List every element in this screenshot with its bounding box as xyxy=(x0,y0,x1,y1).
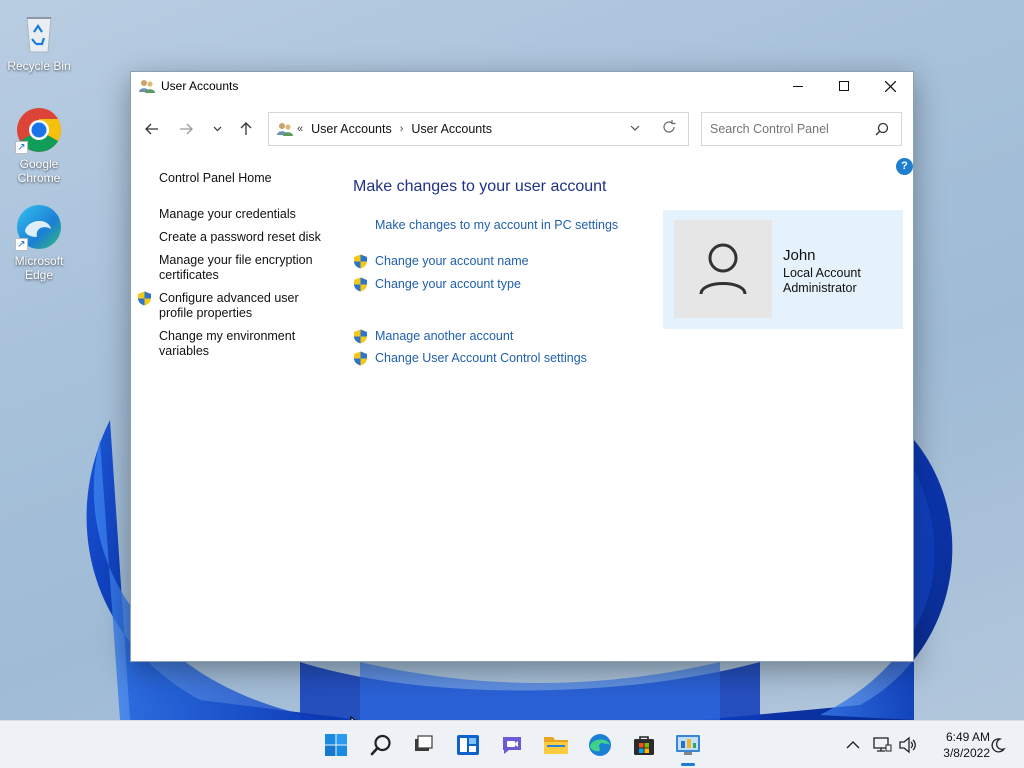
volume-button[interactable] xyxy=(898,721,918,768)
arrow-up-icon xyxy=(240,122,252,135)
network-button[interactable] xyxy=(872,721,892,768)
task-view-icon xyxy=(415,735,433,751)
avatar xyxy=(674,220,772,318)
pc-settings-link[interactable]: Make changes to my account in PC setting… xyxy=(375,218,618,232)
recent-locations-button[interactable] xyxy=(206,118,228,140)
navigation-bar: « User Accounts › User Accounts xyxy=(131,112,915,146)
back-button[interactable] xyxy=(141,118,163,140)
control-panel-home-link[interactable]: Control Panel Home xyxy=(159,171,329,186)
desktop-icon-label: Microsoft Edge xyxy=(14,254,64,282)
control-panel-taskbar-button[interactable] xyxy=(674,731,702,759)
start-button[interactable] xyxy=(322,731,350,759)
folder-icon xyxy=(544,737,568,754)
account-name: John xyxy=(783,247,816,264)
edge-icon: ↗ xyxy=(15,203,63,251)
edge-icon xyxy=(589,734,611,756)
network-icon xyxy=(873,737,892,752)
search-icon xyxy=(370,734,391,756)
show-hidden-icons-button[interactable] xyxy=(846,721,860,768)
recycle-bin-icon xyxy=(15,8,63,56)
up-button[interactable] xyxy=(235,118,257,140)
active-app-indicator xyxy=(681,763,695,766)
account-type-line2: Administrator xyxy=(783,281,857,295)
focus-assist-button[interactable] xyxy=(990,721,1006,768)
clock-date: 3/8/2022 xyxy=(943,746,990,760)
chat-icon xyxy=(503,737,521,754)
shortcut-arrow-icon: ↗ xyxy=(15,238,28,251)
window-title: User Accounts xyxy=(161,79,239,93)
account-tile: John Local Account Administrator xyxy=(663,210,903,329)
chrome-icon: ↗ xyxy=(15,106,63,154)
minimize-button[interactable] xyxy=(775,72,821,100)
maximize-icon xyxy=(839,81,849,91)
chevron-up-icon xyxy=(846,741,860,749)
arrow-left-icon xyxy=(145,123,158,135)
change-account-name-link[interactable]: Change your account name xyxy=(375,254,529,268)
address-dropdown-button[interactable] xyxy=(630,122,640,134)
speaker-icon xyxy=(899,736,916,754)
arrow-right-icon xyxy=(180,123,193,135)
users-icon xyxy=(139,80,155,93)
page-heading: Make changes to your user account xyxy=(353,178,607,195)
maximize-button[interactable] xyxy=(821,72,867,100)
clock[interactable]: 6:49 AM 3/8/2022 xyxy=(926,729,990,761)
account-type: Local Account Administrator xyxy=(783,266,861,296)
manage-credentials-link[interactable]: Manage your credentials xyxy=(159,207,329,222)
file-explorer-button[interactable] xyxy=(542,731,570,759)
desktop-icon-chrome[interactable]: ↗ Google Chrome xyxy=(4,106,74,185)
user-silhouette-icon xyxy=(699,243,747,295)
address-bar[interactable]: « User Accounts › User Accounts xyxy=(268,112,689,146)
uac-settings-link[interactable]: Change User Account Control settings xyxy=(375,351,587,365)
search-icon[interactable] xyxy=(875,122,889,136)
desktop-icon-recycle-bin[interactable]: Recycle Bin xyxy=(4,8,74,73)
clock-time: 6:49 AM xyxy=(945,730,990,744)
refresh-button[interactable] xyxy=(662,120,676,137)
manage-another-account-link[interactable]: Manage another account xyxy=(375,329,513,343)
search-box[interactable] xyxy=(701,112,902,146)
desktop-icon-edge[interactable]: ↗ Microsoft Edge xyxy=(4,203,74,282)
minimize-icon xyxy=(793,85,803,87)
close-icon xyxy=(884,80,896,92)
user-accounts-window: User Accounts « User Accounts › User Acc… xyxy=(130,71,914,662)
uac-shield-icon xyxy=(354,351,367,366)
task-view-button[interactable] xyxy=(409,731,437,759)
uac-shield-icon xyxy=(138,291,151,306)
password-reset-disk-link[interactable]: Create a password reset disk xyxy=(159,230,329,245)
uac-shield-icon xyxy=(354,254,367,269)
uac-shield-icon xyxy=(354,277,367,292)
advanced-profile-properties-link[interactable]: Configure advanced user profile properti… xyxy=(159,291,299,321)
breadcrumb-user-accounts[interactable]: User Accounts xyxy=(311,122,392,136)
help-button[interactable]: ? xyxy=(896,158,913,175)
forward-button[interactable] xyxy=(175,118,197,140)
shortcut-arrow-icon: ↗ xyxy=(15,141,28,154)
refresh-icon xyxy=(663,120,676,133)
users-icon xyxy=(277,123,293,136)
breadcrumb-current[interactable]: User Accounts xyxy=(411,122,492,136)
chevron-down-icon xyxy=(630,125,640,131)
store-button[interactable] xyxy=(630,731,658,759)
environment-variables-link[interactable]: Change my environment variables xyxy=(159,329,299,359)
change-account-type-link[interactable]: Change your account type xyxy=(375,277,521,291)
chat-button[interactable] xyxy=(498,731,526,759)
windows-logo-icon xyxy=(325,734,347,756)
chevron-down-icon xyxy=(213,126,221,132)
breadcrumb-separator[interactable]: › xyxy=(400,123,404,135)
file-encryption-link[interactable]: Manage your file encryption certificates xyxy=(159,253,319,283)
search-input[interactable] xyxy=(710,122,870,136)
desktop-icon-label: Google Chrome xyxy=(17,157,61,185)
uac-shield-icon xyxy=(354,329,367,344)
breadcrumb-overflow[interactable]: « xyxy=(297,123,303,135)
widgets-button[interactable] xyxy=(454,731,482,759)
store-icon xyxy=(634,736,654,755)
title-bar[interactable]: User Accounts xyxy=(131,72,913,100)
search-button[interactable] xyxy=(367,731,395,759)
desktop-icon-label: Recycle Bin xyxy=(7,59,71,73)
moon-icon xyxy=(991,738,1006,753)
account-type-line1: Local Account xyxy=(783,266,861,280)
taskbar: 6:49 AM 3/8/2022 xyxy=(0,720,1024,768)
widgets-icon xyxy=(457,735,479,755)
edge-button[interactable] xyxy=(586,731,614,759)
control-panel-icon xyxy=(676,735,700,755)
close-button[interactable] xyxy=(867,72,913,100)
